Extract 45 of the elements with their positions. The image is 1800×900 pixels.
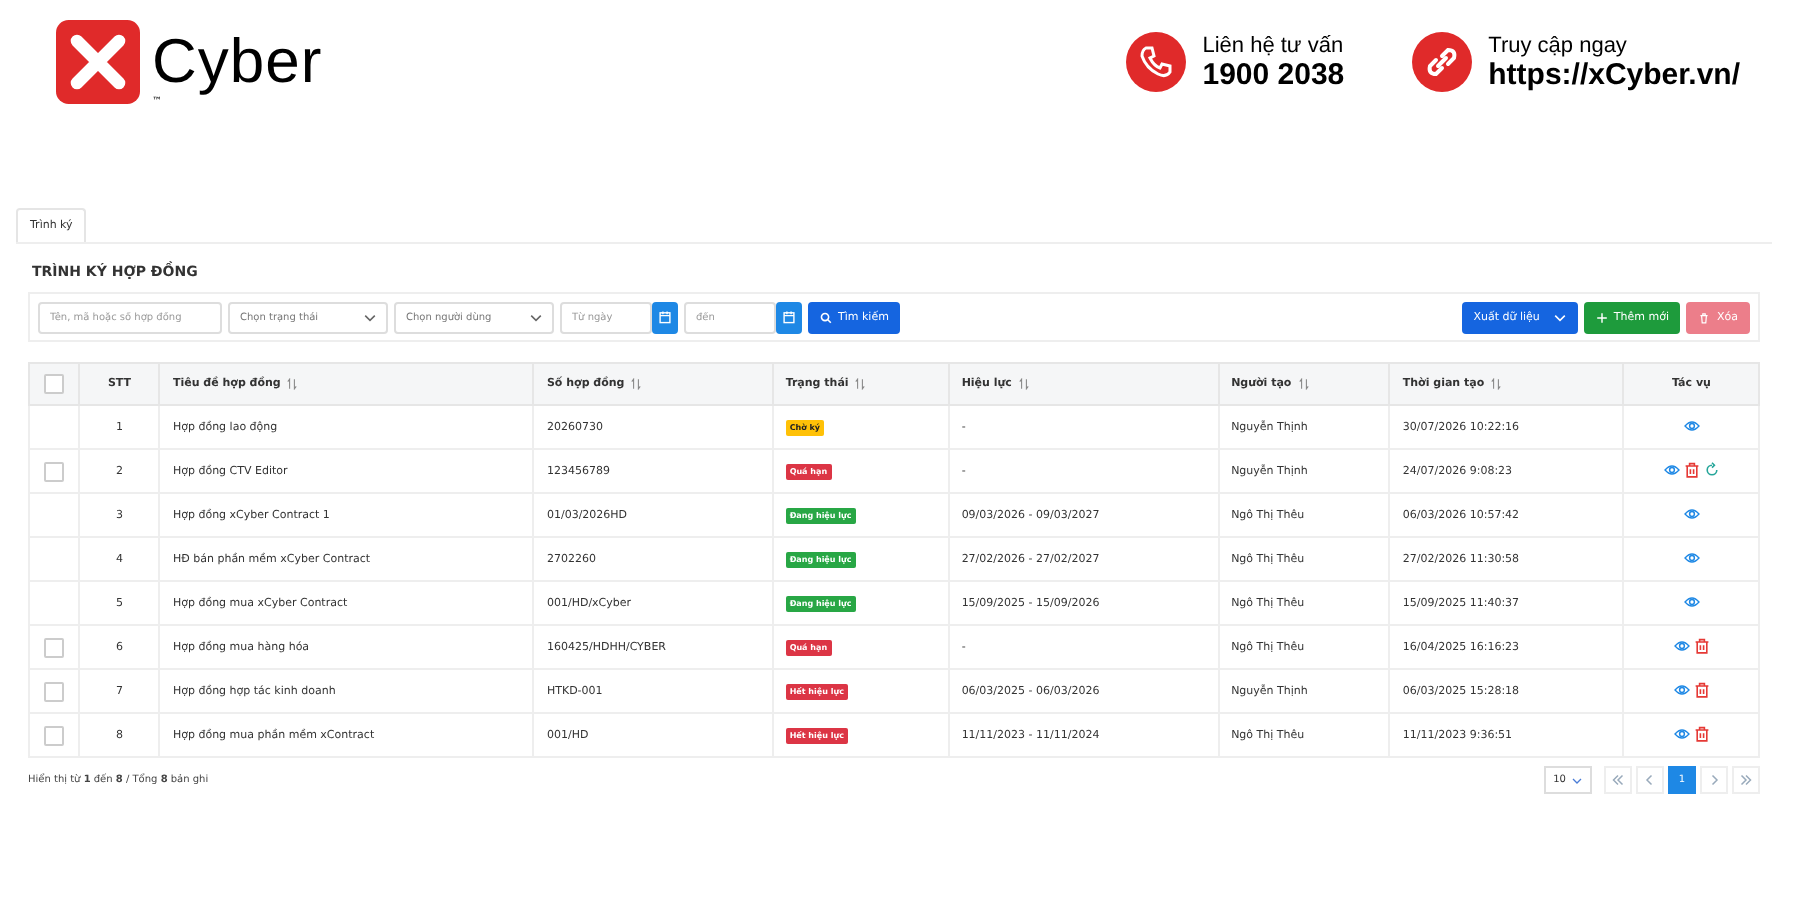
eye-icon[interactable] bbox=[1683, 549, 1700, 565]
calendar-icon bbox=[658, 310, 672, 324]
first-page-icon[interactable] bbox=[1604, 766, 1632, 794]
contact-label: Truy cập ngay bbox=[1488, 33, 1629, 57]
checkbox[interactable] bbox=[44, 681, 64, 701]
checkbox[interactable] bbox=[44, 461, 64, 481]
checkbox[interactable] bbox=[44, 374, 64, 394]
sort-icon[interactable] bbox=[1490, 378, 1503, 390]
trash-icon[interactable] bbox=[1693, 725, 1710, 741]
refresh-icon[interactable] bbox=[1703, 461, 1720, 477]
eye-icon[interactable] bbox=[1673, 637, 1690, 653]
checkbox[interactable] bbox=[44, 725, 64, 745]
calendar-button[interactable] bbox=[776, 301, 802, 333]
sort-icon[interactable] bbox=[1297, 378, 1310, 390]
trash-icon[interactable] bbox=[1693, 637, 1710, 653]
eye-icon[interactable] bbox=[1663, 461, 1680, 477]
chevron-icon bbox=[1572, 777, 1582, 783]
sort-icon[interactable] bbox=[854, 378, 867, 390]
search-icon bbox=[820, 311, 832, 323]
calendar-icon bbox=[782, 310, 796, 324]
eye-icon[interactable] bbox=[1673, 681, 1690, 697]
trash-icon[interactable] bbox=[1683, 461, 1700, 477]
sort-icon[interactable] bbox=[1017, 378, 1030, 390]
contact-value: https://xCyber.vn/ bbox=[1488, 57, 1740, 91]
contact-label: Liên hệ tư vấn bbox=[1202, 33, 1345, 57]
chevron-icon bbox=[364, 313, 376, 321]
sort-icon[interactable] bbox=[630, 378, 643, 390]
eye-icon[interactable] bbox=[1683, 417, 1700, 433]
chevron-icon bbox=[530, 313, 542, 321]
eye-icon[interactable] bbox=[1683, 593, 1700, 609]
checkbox[interactable] bbox=[44, 637, 64, 657]
brand-name: Cyber bbox=[152, 26, 323, 96]
trash-icon bbox=[1698, 311, 1711, 323]
plus-icon bbox=[1595, 311, 1608, 323]
logo-icon bbox=[56, 20, 140, 104]
chevron-icon bbox=[1553, 311, 1566, 323]
last-page-icon[interactable] bbox=[1732, 766, 1760, 794]
sort-icon[interactable] bbox=[286, 378, 299, 390]
eye-icon[interactable] bbox=[1673, 725, 1690, 741]
trash-icon[interactable] bbox=[1693, 681, 1710, 697]
contact-value: 1900 2038 bbox=[1202, 57, 1345, 91]
phone-icon bbox=[1126, 32, 1187, 92]
eye-icon[interactable] bbox=[1683, 505, 1700, 521]
link-icon bbox=[1412, 32, 1473, 92]
calendar-button[interactable] bbox=[652, 301, 678, 333]
